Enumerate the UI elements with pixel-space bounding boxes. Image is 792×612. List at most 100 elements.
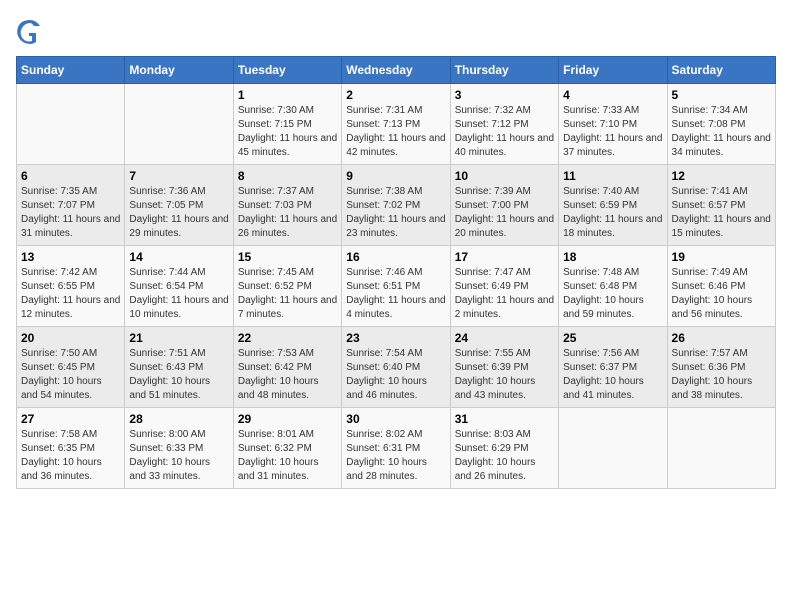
- daylight-text: Daylight: 10 hours and 31 minutes.: [238, 457, 319, 482]
- sunset-text: Sunset: 6:32 PM: [238, 443, 312, 454]
- daylight-text: Daylight: 11 hours and 31 minutes.: [21, 214, 120, 239]
- day-number: 19: [672, 250, 771, 264]
- day-info: Sunrise: 7:31 AM Sunset: 7:13 PM Dayligh…: [346, 104, 445, 160]
- day-header-friday: Friday: [559, 57, 667, 84]
- sunrise-text: Sunrise: 7:55 AM: [455, 348, 531, 359]
- daylight-text: Daylight: 11 hours and 7 minutes.: [238, 295, 337, 320]
- sunrise-text: Sunrise: 7:56 AM: [563, 348, 639, 359]
- calendar-cell: 13 Sunrise: 7:42 AM Sunset: 6:55 PM Dayl…: [17, 246, 125, 327]
- sunrise-text: Sunrise: 7:53 AM: [238, 348, 314, 359]
- sunset-text: Sunset: 6:42 PM: [238, 362, 312, 373]
- day-header-saturday: Saturday: [667, 57, 775, 84]
- sunrise-text: Sunrise: 7:31 AM: [346, 105, 422, 116]
- calendar-table: SundayMondayTuesdayWednesdayThursdayFrid…: [16, 56, 776, 489]
- sunset-text: Sunset: 6:29 PM: [455, 443, 529, 454]
- day-number: 27: [21, 412, 120, 426]
- sunset-text: Sunset: 6:48 PM: [563, 281, 637, 292]
- daylight-text: Daylight: 10 hours and 38 minutes.: [672, 376, 753, 401]
- day-info: Sunrise: 8:01 AM Sunset: 6:32 PM Dayligh…: [238, 428, 337, 484]
- day-number: 28: [129, 412, 228, 426]
- sunrise-text: Sunrise: 7:40 AM: [563, 186, 639, 197]
- sunrise-text: Sunrise: 7:46 AM: [346, 267, 422, 278]
- sunset-text: Sunset: 6:35 PM: [21, 443, 95, 454]
- calendar-cell: 3 Sunrise: 7:32 AM Sunset: 7:12 PM Dayli…: [450, 84, 558, 165]
- day-number: 7: [129, 169, 228, 183]
- daylight-text: Daylight: 10 hours and 36 minutes.: [21, 457, 102, 482]
- calendar-cell: 31 Sunrise: 8:03 AM Sunset: 6:29 PM Dayl…: [450, 408, 558, 489]
- sunset-text: Sunset: 6:36 PM: [672, 362, 746, 373]
- day-info: Sunrise: 7:57 AM Sunset: 6:36 PM Dayligh…: [672, 347, 771, 403]
- calendar-cell: 24 Sunrise: 7:55 AM Sunset: 6:39 PM Dayl…: [450, 327, 558, 408]
- calendar-cell: 16 Sunrise: 7:46 AM Sunset: 6:51 PM Dayl…: [342, 246, 450, 327]
- day-info: Sunrise: 7:44 AM Sunset: 6:54 PM Dayligh…: [129, 266, 228, 322]
- sunset-text: Sunset: 7:05 PM: [129, 200, 203, 211]
- day-number: 18: [563, 250, 662, 264]
- calendar-cell: 26 Sunrise: 7:57 AM Sunset: 6:36 PM Dayl…: [667, 327, 775, 408]
- day-info: Sunrise: 8:02 AM Sunset: 6:31 PM Dayligh…: [346, 428, 445, 484]
- calendar-cell: [17, 84, 125, 165]
- sunset-text: Sunset: 6:59 PM: [563, 200, 637, 211]
- day-info: Sunrise: 8:00 AM Sunset: 6:33 PM Dayligh…: [129, 428, 228, 484]
- daylight-text: Daylight: 10 hours and 43 minutes.: [455, 376, 536, 401]
- sunrise-text: Sunrise: 7:48 AM: [563, 267, 639, 278]
- daylight-text: Daylight: 10 hours and 26 minutes.: [455, 457, 536, 482]
- daylight-text: Daylight: 11 hours and 42 minutes.: [346, 133, 445, 158]
- sunrise-text: Sunrise: 8:03 AM: [455, 429, 531, 440]
- day-number: 10: [455, 169, 554, 183]
- sunrise-text: Sunrise: 7:35 AM: [21, 186, 97, 197]
- calendar-cell: 12 Sunrise: 7:41 AM Sunset: 6:57 PM Dayl…: [667, 165, 775, 246]
- calendar-cell: 23 Sunrise: 7:54 AM Sunset: 6:40 PM Dayl…: [342, 327, 450, 408]
- day-header-sunday: Sunday: [17, 57, 125, 84]
- day-number: 20: [21, 331, 120, 345]
- calendar-cell: 29 Sunrise: 8:01 AM Sunset: 6:32 PM Dayl…: [233, 408, 341, 489]
- daylight-text: Daylight: 11 hours and 12 minutes.: [21, 295, 120, 320]
- day-info: Sunrise: 8:03 AM Sunset: 6:29 PM Dayligh…: [455, 428, 554, 484]
- daylight-text: Daylight: 10 hours and 28 minutes.: [346, 457, 427, 482]
- daylight-text: Daylight: 10 hours and 56 minutes.: [672, 295, 753, 320]
- sunrise-text: Sunrise: 7:38 AM: [346, 186, 422, 197]
- day-info: Sunrise: 7:30 AM Sunset: 7:15 PM Dayligh…: [238, 104, 337, 160]
- daylight-text: Daylight: 11 hours and 18 minutes.: [563, 214, 662, 239]
- day-number: 4: [563, 88, 662, 102]
- sunset-text: Sunset: 6:51 PM: [346, 281, 420, 292]
- day-number: 11: [563, 169, 662, 183]
- day-header-thursday: Thursday: [450, 57, 558, 84]
- day-info: Sunrise: 7:48 AM Sunset: 6:48 PM Dayligh…: [563, 266, 662, 322]
- sunset-text: Sunset: 7:15 PM: [238, 119, 312, 130]
- day-info: Sunrise: 7:38 AM Sunset: 7:02 PM Dayligh…: [346, 185, 445, 241]
- day-number: 13: [21, 250, 120, 264]
- daylight-text: Daylight: 10 hours and 51 minutes.: [129, 376, 210, 401]
- calendar-cell: 20 Sunrise: 7:50 AM Sunset: 6:45 PM Dayl…: [17, 327, 125, 408]
- day-info: Sunrise: 7:39 AM Sunset: 7:00 PM Dayligh…: [455, 185, 554, 241]
- sunrise-text: Sunrise: 7:32 AM: [455, 105, 531, 116]
- sunrise-text: Sunrise: 7:33 AM: [563, 105, 639, 116]
- calendar-cell: 7 Sunrise: 7:36 AM Sunset: 7:05 PM Dayli…: [125, 165, 233, 246]
- calendar-cell: 1 Sunrise: 7:30 AM Sunset: 7:15 PM Dayli…: [233, 84, 341, 165]
- day-number: 23: [346, 331, 445, 345]
- day-info: Sunrise: 7:54 AM Sunset: 6:40 PM Dayligh…: [346, 347, 445, 403]
- sunrise-text: Sunrise: 7:36 AM: [129, 186, 205, 197]
- day-number: 1: [238, 88, 337, 102]
- calendar-cell: [559, 408, 667, 489]
- sunset-text: Sunset: 6:31 PM: [346, 443, 420, 454]
- day-number: 30: [346, 412, 445, 426]
- sunset-text: Sunset: 7:02 PM: [346, 200, 420, 211]
- calendar-cell: 28 Sunrise: 8:00 AM Sunset: 6:33 PM Dayl…: [125, 408, 233, 489]
- sunrise-text: Sunrise: 8:00 AM: [129, 429, 205, 440]
- logo: [16, 16, 48, 44]
- daylight-text: Daylight: 10 hours and 41 minutes.: [563, 376, 644, 401]
- daylight-text: Daylight: 11 hours and 37 minutes.: [563, 133, 662, 158]
- calendar-cell: 27 Sunrise: 7:58 AM Sunset: 6:35 PM Dayl…: [17, 408, 125, 489]
- day-info: Sunrise: 7:35 AM Sunset: 7:07 PM Dayligh…: [21, 185, 120, 241]
- day-info: Sunrise: 7:47 AM Sunset: 6:49 PM Dayligh…: [455, 266, 554, 322]
- calendar-cell: 19 Sunrise: 7:49 AM Sunset: 6:46 PM Dayl…: [667, 246, 775, 327]
- sunset-text: Sunset: 6:49 PM: [455, 281, 529, 292]
- sunrise-text: Sunrise: 7:30 AM: [238, 105, 314, 116]
- calendar-cell: 15 Sunrise: 7:45 AM Sunset: 6:52 PM Dayl…: [233, 246, 341, 327]
- sunset-text: Sunset: 7:13 PM: [346, 119, 420, 130]
- day-info: Sunrise: 7:32 AM Sunset: 7:12 PM Dayligh…: [455, 104, 554, 160]
- sunrise-text: Sunrise: 7:51 AM: [129, 348, 205, 359]
- page-header: [16, 16, 776, 44]
- day-info: Sunrise: 7:36 AM Sunset: 7:05 PM Dayligh…: [129, 185, 228, 241]
- sunset-text: Sunset: 7:00 PM: [455, 200, 529, 211]
